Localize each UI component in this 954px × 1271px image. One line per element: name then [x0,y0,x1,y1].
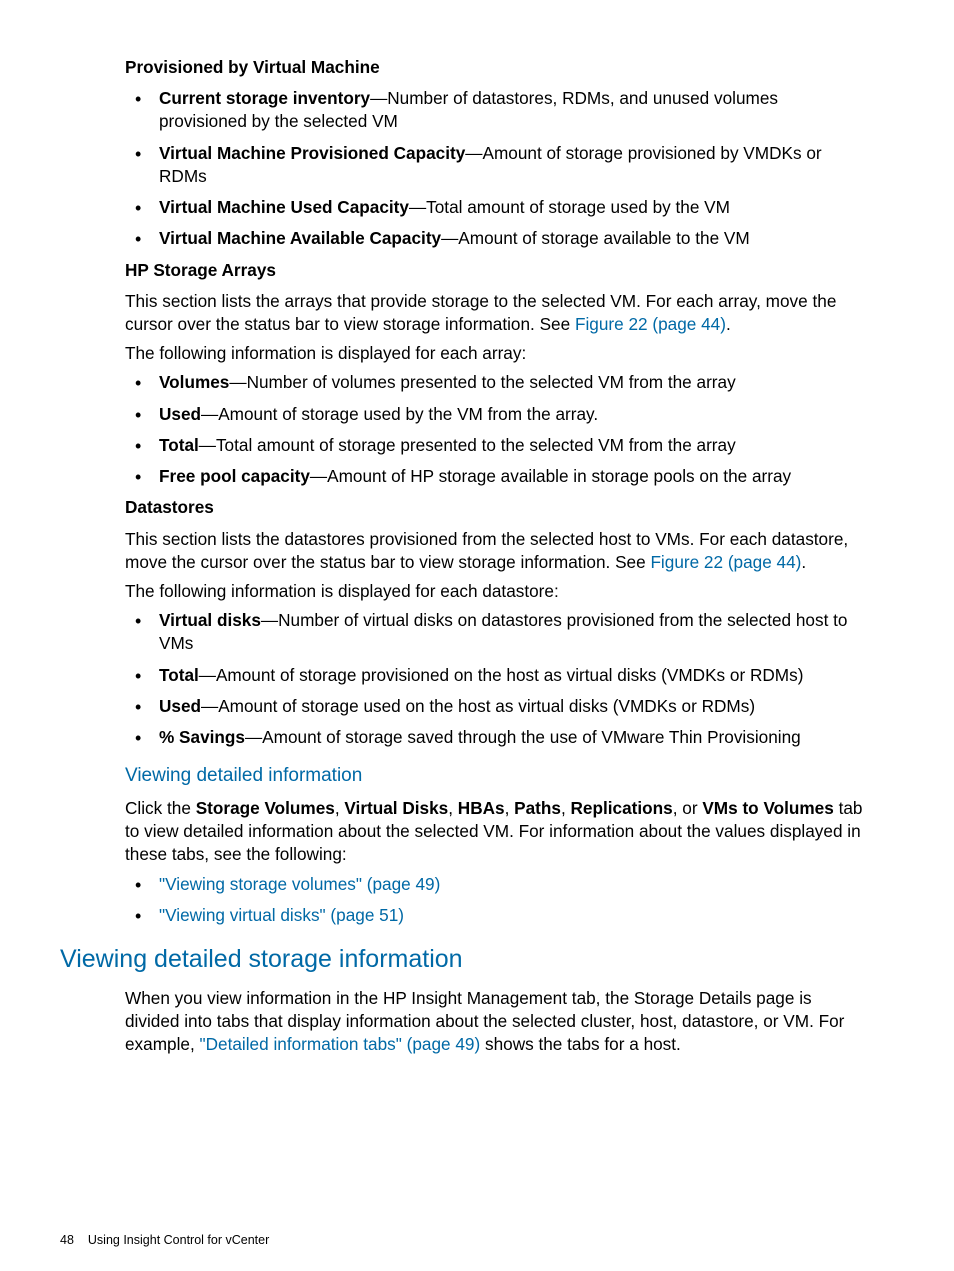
text: Click the [125,798,196,818]
desc: —Amount of storage used on the host as v… [201,696,755,716]
desc: —Amount of storage used by the VM from t… [201,404,598,424]
heading-hp-storage-arrays: HP Storage Arrays [125,259,864,282]
content-column: Provisioned by Virtual Machine Current s… [125,56,864,1056]
term: Used [159,404,201,424]
term: Virtual Machine Used Capacity [159,197,409,217]
text: , or [673,798,703,818]
list-item: Current storage inventory—Number of data… [125,87,864,133]
desc: —Amount of storage saved through the use… [245,727,801,747]
list-item: Virtual Machine Provisioned Capacity—Amo… [125,142,864,188]
term: Virtual Machine Provisioned Capacity [159,143,465,163]
link-viewing-virtual-disks[interactable]: "Viewing virtual disks" (page 51) [159,905,404,925]
desc: —Amount of storage available to the VM [441,228,750,248]
text: , [335,798,345,818]
term: Current storage inventory [159,88,370,108]
page-number: 48 [60,1233,74,1247]
heading-viewing-detailed-storage-info: Viewing detailed storage information [60,943,864,977]
term: Virtual disks [159,610,261,630]
paragraph: The following information is displayed f… [125,580,864,603]
paragraph: This section lists the arrays that provi… [125,290,864,336]
term: Volumes [159,372,229,392]
tab-name: HBAs [458,798,505,818]
heading-viewing-detailed-info: Viewing detailed information [125,763,864,789]
tab-name: Storage Volumes [196,798,335,818]
heading-provisioned-vm: Provisioned by Virtual Machine [125,56,864,79]
list-item: Total—Amount of storage provisioned on t… [125,664,864,687]
list-item: Free pool capacity—Amount of HP storage … [125,465,864,488]
paragraph: The following information is displayed f… [125,342,864,365]
list-item: Virtual disks—Number of virtual disks on… [125,609,864,655]
desc: —Total amount of storage used by the VM [409,197,730,217]
text: , [448,798,458,818]
link-viewing-storage-volumes[interactable]: "Viewing storage volumes" (page 49) [159,874,440,894]
desc: —Number of virtual disks on datastores p… [159,610,847,653]
heading-datastores: Datastores [125,496,864,519]
desc: —Amount of HP storage available in stora… [310,466,791,486]
text: . [801,552,806,572]
list-item: % Savings—Amount of storage saved throug… [125,726,864,749]
tab-name: Paths [514,798,561,818]
list-provisioned-vm: Current storage inventory—Number of data… [125,87,864,250]
list-hp-storage-arrays: Volumes—Number of volumes presented to t… [125,371,864,488]
term: Virtual Machine Available Capacity [159,228,441,248]
term: Used [159,696,201,716]
text: , [505,798,515,818]
desc: —Number of volumes presented to the sele… [229,372,735,392]
list-item: Volumes—Number of volumes presented to t… [125,371,864,394]
paragraph: This section lists the datastores provis… [125,528,864,574]
footer-title: Using Insight Control for vCenter [88,1233,269,1247]
desc: —Amount of storage provisioned on the ho… [199,665,804,685]
link-figure-22[interactable]: Figure 22 (page 44) [650,552,801,572]
text: . [726,314,731,334]
list-item: Virtual Machine Available Capacity—Amoun… [125,227,864,250]
list-detail-links: "Viewing storage volumes" (page 49) "Vie… [125,873,864,927]
document-page: Provisioned by Virtual Machine Current s… [0,0,954,1271]
tab-name: Replications [571,798,673,818]
list-datastores: Virtual disks—Number of virtual disks on… [125,609,864,749]
link-detailed-info-tabs[interactable]: "Detailed information tabs" (page 49) [200,1034,481,1054]
list-item: "Viewing virtual disks" (page 51) [125,904,864,927]
tab-name: Virtual Disks [344,798,448,818]
desc: —Total amount of storage presented to th… [199,435,736,455]
term: % Savings [159,727,245,747]
list-item: "Viewing storage volumes" (page 49) [125,873,864,896]
paragraph: When you view information in the HP Insi… [125,987,864,1057]
list-item: Used—Amount of storage used on the host … [125,695,864,718]
list-item: Virtual Machine Used Capacity—Total amou… [125,196,864,219]
list-item: Total—Total amount of storage presented … [125,434,864,457]
paragraph: Click the Storage Volumes, Virtual Disks… [125,797,864,867]
page-footer: 48 Using Insight Control for vCenter [60,1233,269,1247]
term: Free pool capacity [159,466,310,486]
list-item: Used—Amount of storage used by the VM fr… [125,403,864,426]
term: Total [159,665,199,685]
text: , [561,798,571,818]
tab-name: VMs to Volumes [702,798,833,818]
link-figure-22[interactable]: Figure 22 (page 44) [575,314,726,334]
term: Total [159,435,199,455]
text: shows the tabs for a host. [480,1034,681,1054]
